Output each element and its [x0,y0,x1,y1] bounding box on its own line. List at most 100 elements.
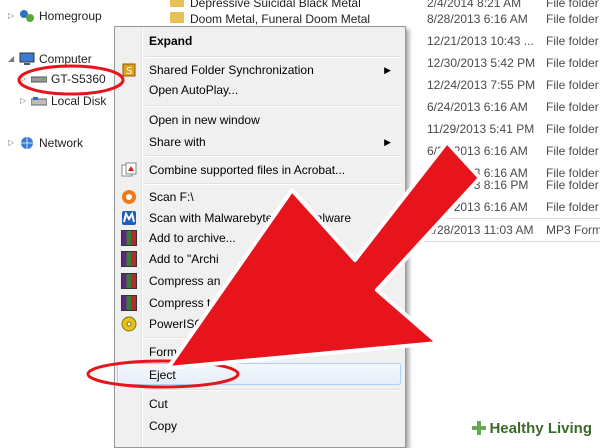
context-menu: Expand S Shared Folder Synchronization ▶… [114,26,406,448]
winrar-icon [121,230,137,246]
file-type: File folder [546,78,599,92]
menu-item-eject[interactable]: Eject [117,363,401,385]
menu-item-label: Compress t [149,296,211,310]
menu-item-share-with[interactable]: Share with ▶ [117,131,401,153]
menu-item-scan-drive[interactable]: Scan F:\ [117,186,401,208]
nav-item-label: Homegroup [39,9,102,23]
acrobat-icon [121,162,137,178]
file-type: File folder [546,100,599,114]
nav-item-label: Local Disk [51,94,107,108]
menu-item-label: Scan F:\ [149,190,194,204]
nav-item-network[interactable]: ▷ Network [8,133,83,153]
winrar-icon [121,251,137,267]
menu-item-label: Combine supported files in Acrobat... [149,163,346,177]
menu-item-add-to-named-archive[interactable]: Add to "Archi [117,248,401,270]
file-date: 2/28/2013 11:03 AM [427,223,534,237]
menu-item-combine-acrobat[interactable]: Combine supported files in Acrobat... [117,159,401,181]
submenu-arrow-icon: ▶ [384,65,391,75]
menu-separator [145,105,401,107]
local-disk-icon [30,94,48,108]
health-plus-icon [472,421,487,435]
menu-item-shared-folder-sync[interactable]: S Shared Folder Synchronization ▶ [117,59,401,81]
menu-separator [145,56,401,58]
network-icon [19,136,35,150]
file-date: 12/24/2013 7:55 PM [427,78,536,92]
nav-item-gt-s5360[interactable]: ▷ GT-S5360 [20,69,106,89]
menu-separator [145,389,401,391]
file-type: File folder [546,178,599,192]
menu-separator [145,337,401,339]
nav-item-label: GT-S5360 [51,72,106,86]
menu-item-poweriso[interactable]: PowerISO ▶ [117,313,401,335]
menu-item-label-tail: email [309,296,338,310]
nav-item-local-disk[interactable]: ▷ Local Disk [20,91,106,111]
brand-name: Healthy Living [489,419,592,437]
menu-item-copy[interactable]: Copy [117,415,401,437]
menu-item-label: Cut [149,397,168,411]
menu-item-expand[interactable]: Expand [117,30,401,52]
menu-item-label: Format... [149,345,198,359]
menu-item-label: Expand [149,34,193,48]
folder-icon [170,0,184,7]
file-type: File folder [546,122,599,136]
menu-item-add-to-archive[interactable]: Add to archive... [117,227,401,249]
menu-item-label: Eject [149,368,176,382]
expand-arrow-icon[interactable]: ▷ [8,6,16,26]
menu-separator [145,183,401,185]
nav-item-homegroup[interactable]: ▷ Homegroup [8,6,102,26]
file-type: File folder [546,144,599,158]
expand-arrow-icon[interactable]: ▷ [20,91,28,111]
avast-icon [121,189,137,205]
menu-item-open-autoplay[interactable]: Open AutoPlay... [117,79,401,101]
nav-item-label: Computer [39,52,92,66]
menu-item-label: Add to archive... [149,231,236,245]
file-type: File folder [546,12,599,26]
device-drive-icon [30,72,48,86]
homegroup-icon [19,9,35,23]
sync-icon: S [121,62,137,78]
nav-item-computer[interactable]: ◢ Computer [8,49,92,69]
submenu-arrow-icon: ▶ [384,137,391,147]
file-date: 6/24/2013 6:16 AM [427,100,528,114]
menu-separator [145,155,401,157]
menu-item-label: Compress an [149,274,221,288]
menu-item-label: Open in new window [149,113,260,127]
file-date: 12/21/2013 10:43 ... [427,34,534,48]
file-type: File folder [546,34,599,48]
file-date: 8/31/2013 8:16 PM [427,178,529,192]
menu-item-label: Scan with Malwarebytes Anti-Malware [149,211,352,225]
winrar-icon [121,295,137,311]
menu-item-compress-and-email[interactable]: Compress an [117,270,401,292]
expand-arrow-icon[interactable]: ▷ [20,69,28,89]
menu-item-compress-to-email[interactable]: Compress t email [117,292,401,314]
menu-item-open-new-window[interactable]: Open in new window [117,109,401,131]
file-date: 6/24/2013 6:16 AM [427,200,528,214]
nav-item-label: Network [39,136,84,150]
file-date: 12/30/2013 5:42 PM [427,56,536,70]
file-date: 8/28/2013 6:16 AM [427,12,528,26]
file-date: 6/24/2013 6:16 AM [427,144,528,158]
menu-item-label: Share with [149,135,206,149]
menu-item-label: PowerISO [149,317,204,331]
malwarebytes-icon [121,210,137,226]
brand-watermark: Healthy Living [466,416,600,440]
menu-item-label: Shared Folder Synchronization [149,63,314,77]
svg-text:S: S [126,66,132,77]
file-type: File folder [546,56,599,70]
folder-icon [170,12,184,23]
poweriso-icon [121,316,137,332]
collapse-arrow-icon[interactable]: ◢ [8,49,16,69]
menu-item-label: Add to "Archi [149,252,219,266]
menu-item-cut[interactable]: Cut [117,393,401,415]
menu-item-format[interactable]: Format... [117,341,401,363]
winrar-icon [121,273,137,289]
menu-item-label: Open AutoPlay... [149,83,239,97]
file-date: 11/29/2013 5:41 PM [427,122,535,136]
menu-item-label: Copy [149,419,178,433]
expand-arrow-icon[interactable]: ▷ [8,133,16,153]
file-type: MP3 Format [546,223,600,237]
menu-item-malwarebytes[interactable]: Scan with Malwarebytes Anti-Malware [117,207,401,229]
computer-icon [19,52,35,66]
submenu-arrow-icon: ▶ [384,319,391,329]
file-type: File folder [546,200,599,214]
